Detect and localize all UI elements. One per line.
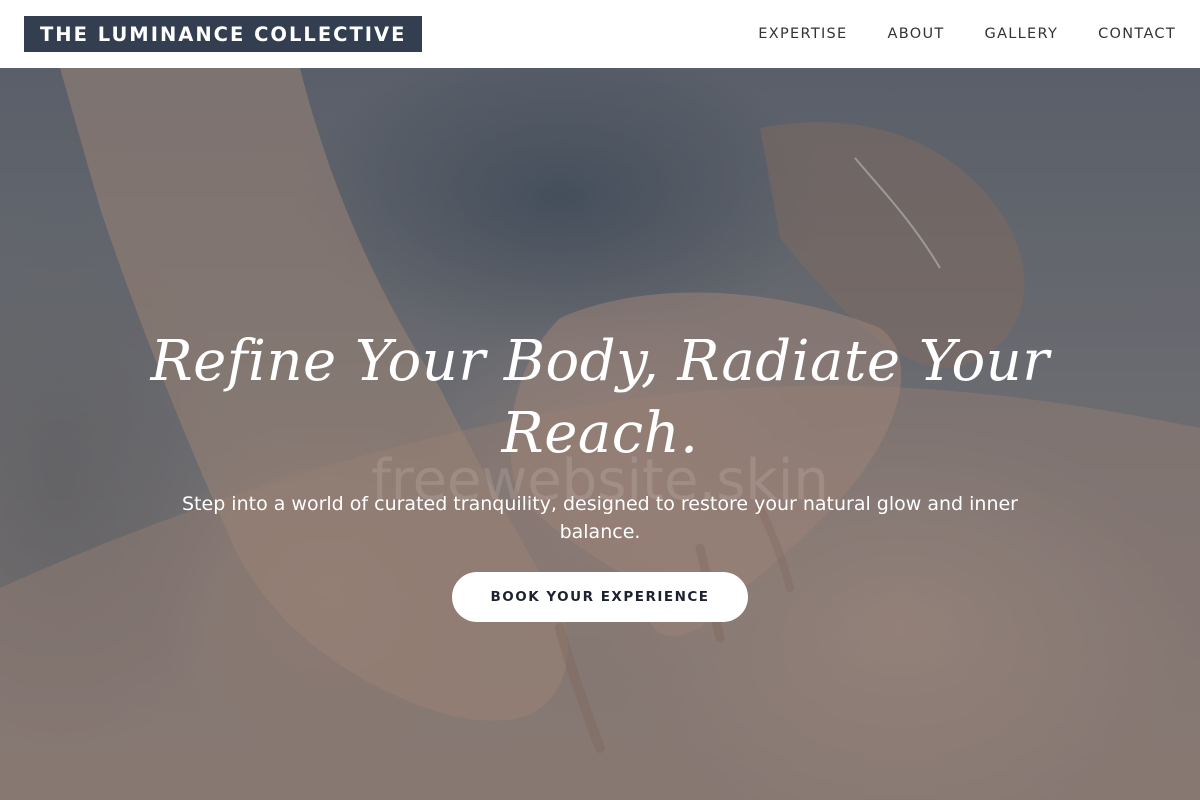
nav-link-gallery[interactable]: GALLERY — [985, 26, 1059, 42]
nav-link-about[interactable]: ABOUT — [888, 26, 945, 42]
site-header: THE LUMINANCE COLLECTIVE EXPERTISE ABOUT… — [0, 0, 1200, 68]
main-nav: EXPERTISE ABOUT GALLERY CONTACT — [758, 26, 1176, 42]
site-logo[interactable]: THE LUMINANCE COLLECTIVE — [24, 16, 423, 52]
hero-headline-line1: Refine Your Body, Radiate Your — [150, 329, 1050, 394]
book-experience-button[interactable]: BOOK YOUR EXPERIENCE — [452, 572, 748, 622]
hero-headline-line2: Reach. — [501, 401, 699, 466]
hero-content: Refine Your Body, Radiate Your Reach. St… — [150, 326, 1050, 622]
nav-link-contact[interactable]: CONTACT — [1098, 26, 1176, 42]
nav-link-expertise[interactable]: EXPERTISE — [758, 26, 847, 42]
hero-section: freewebsite.skin Refine Your Body, Radia… — [0, 68, 1200, 800]
hero-headline: Refine Your Body, Radiate Your Reach. — [150, 326, 1050, 470]
hero-subtext: Step into a world of curated tranquility… — [182, 493, 1018, 543]
